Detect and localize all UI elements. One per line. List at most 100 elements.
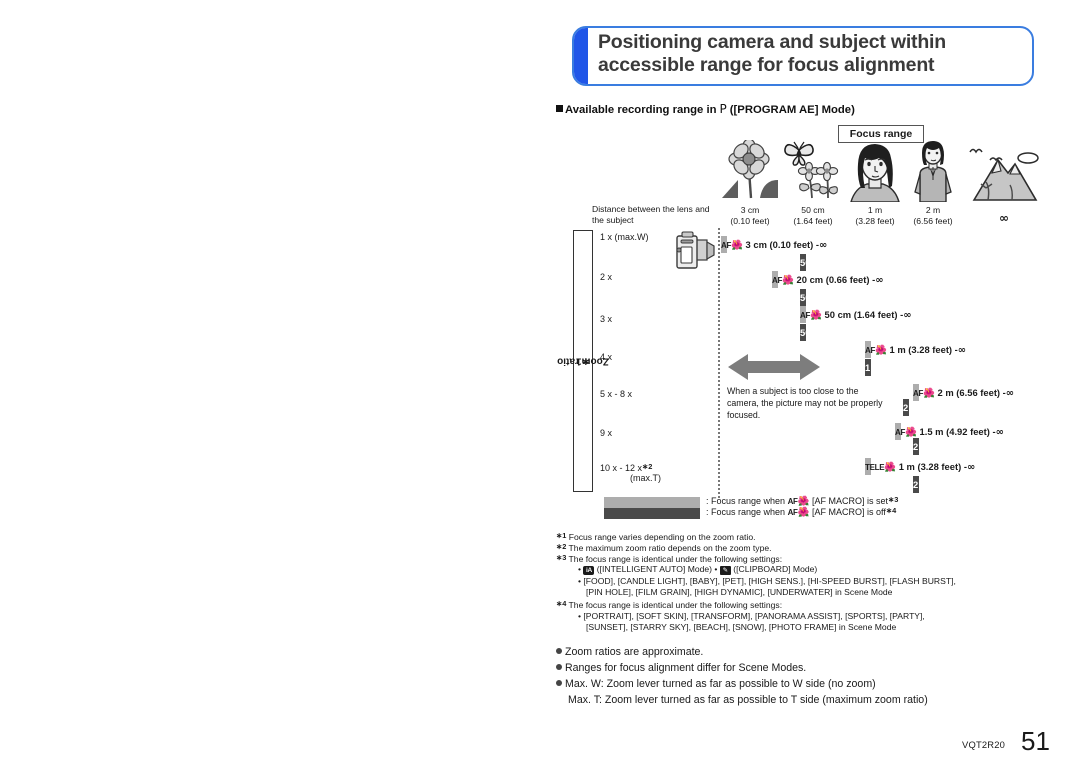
bar-2x-macro-off: 50 cm (1.64 feet) -∞ [800, 289, 887, 306]
distance-tick-2: 1 m (3.28 feet) [845, 205, 905, 227]
manual-page: Positioning camera and subject within ac… [0, 0, 1080, 765]
bar-end: ∞ [966, 462, 976, 473]
bullet-1: Ranges for focus alignment differ for Sc… [556, 661, 806, 676]
bar-9x-macro-on: AF🌺 1.5 m (4.92 feet) -∞ [895, 423, 1004, 440]
bar-label: 2 m (6.56 feet) - [913, 479, 982, 490]
page-title-line2: accessible range for focus alignment [598, 53, 935, 76]
bar-10x12x-macro-off: 2 m (6.56 feet) -∞ [913, 476, 990, 493]
bar-2x-macro-on: AF🌺 20 cm (0.66 feet) -∞ [772, 271, 884, 288]
bar-end: ∞ [878, 258, 888, 269]
af-macro-prefix: AF [895, 428, 906, 437]
legend-text-post: [AF MACRO] is set [812, 496, 889, 506]
vertical-dotted-divider [718, 228, 720, 498]
zoom-row-label-0: 1 x (max.W) [600, 232, 649, 242]
subheading-prefix: Available recording range in [565, 104, 717, 116]
bar-end: ∞ [971, 403, 980, 414]
distance-tick-4: ∞ [968, 211, 1040, 226]
bar-end: ∞ [819, 240, 828, 251]
af-macro-prefix: AF [721, 241, 732, 250]
bar-label: 1 m (3.28 feet) - [898, 461, 967, 472]
macro-flower-icon: 🌺 [884, 462, 897, 473]
footnote-3-modes-a: • iA ([INTELLIGENT AUTO] Mode) • ✎ ([CLI… [578, 564, 817, 576]
title-accent-bar [574, 28, 588, 84]
mountain-illustration [969, 148, 1039, 201]
bar-end: ∞ [903, 310, 912, 321]
legend-text-pre: Focus range when [711, 496, 786, 506]
footnote-2-marker: ∗2 [556, 542, 567, 551]
distance-feet-1: (1.64 feet) [793, 216, 833, 226]
footnote-3-marker: ∗3 [556, 553, 567, 562]
distance-feet-0: (0.10 feet) [730, 216, 770, 226]
bar-end: ∞ [981, 480, 990, 491]
cloud-icon [1017, 152, 1039, 164]
bar-label: 50 cm (1.64 feet) - [800, 257, 879, 268]
tele-macro-prefix: TELE [865, 463, 885, 472]
footnote-3-modes-c: [PIN HOLE], [FILM GRAIN], [HIGH DYNAMIC]… [586, 587, 893, 597]
bar-label: 20 cm (0.66 feet) - [796, 274, 876, 285]
bar-label: 2 m (6.56 feet) - [903, 402, 972, 413]
butterfly-icon [784, 141, 814, 166]
bar-9x-macro-off: 2 m (6.56 feet) -∞ [913, 438, 990, 455]
bar-10x12x-macro-on: TELE🌺 1 m (3.28 feet) -∞ [865, 458, 975, 475]
document-code: VQT2R20 [962, 739, 1006, 750]
bar-end: ∞ [933, 363, 942, 374]
zoom-row-label-6-text: 10 x - 12 x [600, 463, 643, 473]
zoom-row-label-5: 9 x [600, 428, 613, 438]
zoom-row-label-6: 10 x - 12 x∗2 (max.T) [600, 462, 661, 483]
bar-label: 1 m (3.28 feet) - [865, 362, 934, 373]
bar-label: 50 cm (1.64 feet) - [824, 309, 904, 320]
bullet-glyph: • [578, 564, 582, 574]
af-macro-prefix: AF [800, 311, 811, 320]
page-title: Positioning camera and subject within ac… [598, 31, 1024, 77]
subheading-suffix: ([PROGRAM AE] Mode) [729, 104, 855, 116]
legend-swatch-macro-on [604, 497, 700, 508]
too-close-warning-text: When a subject is too close to the camer… [727, 386, 883, 420]
footnote-1-marker: ∗1 [556, 531, 567, 540]
bar-4x-macro-on: AF🌺 1 m (3.28 feet) -∞ [865, 341, 966, 358]
footnote-2-text: The maximum zoom ratio depends on the zo… [568, 543, 772, 553]
footnote-3-text: The focus range is identical under the f… [568, 554, 783, 564]
lens-distance-caption: Distance between the lens and the subjec… [592, 204, 710, 226]
bullet-0-text: Zoom ratios are approximate. [565, 646, 704, 658]
intelligent-auto-icon: iA [583, 566, 595, 575]
bullet-1-text: Ranges for focus alignment differ for Sc… [565, 662, 807, 674]
camera-icon [676, 231, 715, 269]
af-macro-prefix: AF [787, 497, 798, 506]
footnote-4-modes-b: [SUNSET], [STARRY SKY], [BEACH], [SNOW],… [586, 622, 897, 632]
zoom-ratio-axis-box: Zoom ratio ∗1 [557, 230, 609, 492]
distance-value-3: 2 m [925, 205, 941, 215]
too-close-double-arrow-icon [728, 354, 820, 380]
bar-end: ∞ [957, 345, 967, 356]
bar-3x-macro-on: AF🌺 50 cm (1.64 feet) -∞ [800, 306, 912, 323]
bullet-dot-icon [556, 664, 562, 670]
distance-tick-3: 2 m (6.56 feet) [906, 205, 960, 227]
macro-flower-icon: 🌺 [905, 427, 917, 438]
bar-5x8x-macro-off: 2 m (6.56 feet) -∞ [903, 399, 980, 416]
bullet-dot-icon [556, 648, 562, 654]
legend-footnote-marker: ∗3 [888, 495, 899, 504]
page-title-banner: Positioning camera and subject within ac… [572, 26, 1034, 86]
footnote-4-modes-a: • [PORTRAIT], [SOFT SKIN], [TRANSFORM], … [578, 611, 925, 621]
legend-text-pre: Focus range when [711, 507, 786, 517]
zoom-row-label-3: 4 x [600, 352, 613, 362]
bar-end: ∞ [995, 427, 1004, 438]
bullet-0: Zoom ratios are approximate. [556, 645, 703, 660]
distance-value-0: 3 cm [740, 205, 760, 215]
distance-tick-1: 50 cm (1.64 feet) [782, 205, 844, 227]
af-macro-prefix: AF [865, 346, 876, 355]
bar-1x-macro-off: 50 cm (1.64 feet) -∞ [800, 254, 887, 271]
bar-label: 2 m (6.56 feet) - [937, 387, 1006, 398]
program-ae-glyph: P [719, 102, 727, 116]
legend-footnote-marker: ∗4 [885, 506, 897, 515]
footnote-3-a-text: ([INTELLIGENT AUTO] Mode) • [596, 564, 718, 574]
clipboard-icon: ✎ [719, 566, 731, 575]
footnote-4-text: The focus range is identical under the f… [568, 600, 783, 610]
zoom-row-label-6-sub: (max.T) [630, 473, 661, 483]
bar-4x-macro-off: 1 m (3.28 feet) -∞ [865, 359, 942, 376]
legend-text-post: [AF MACRO] is off [812, 507, 886, 517]
page-number: 51 [1021, 726, 1050, 756]
bar-5x8x-macro-on: AF🌺 2 m (6.56 feet) -∞ [913, 384, 1014, 401]
macro-flower-icon: 🌺 [731, 240, 743, 251]
footnote-3-a-text2: ([CLIPBOARD] Mode) [733, 564, 818, 574]
birds-icon [969, 148, 1003, 162]
